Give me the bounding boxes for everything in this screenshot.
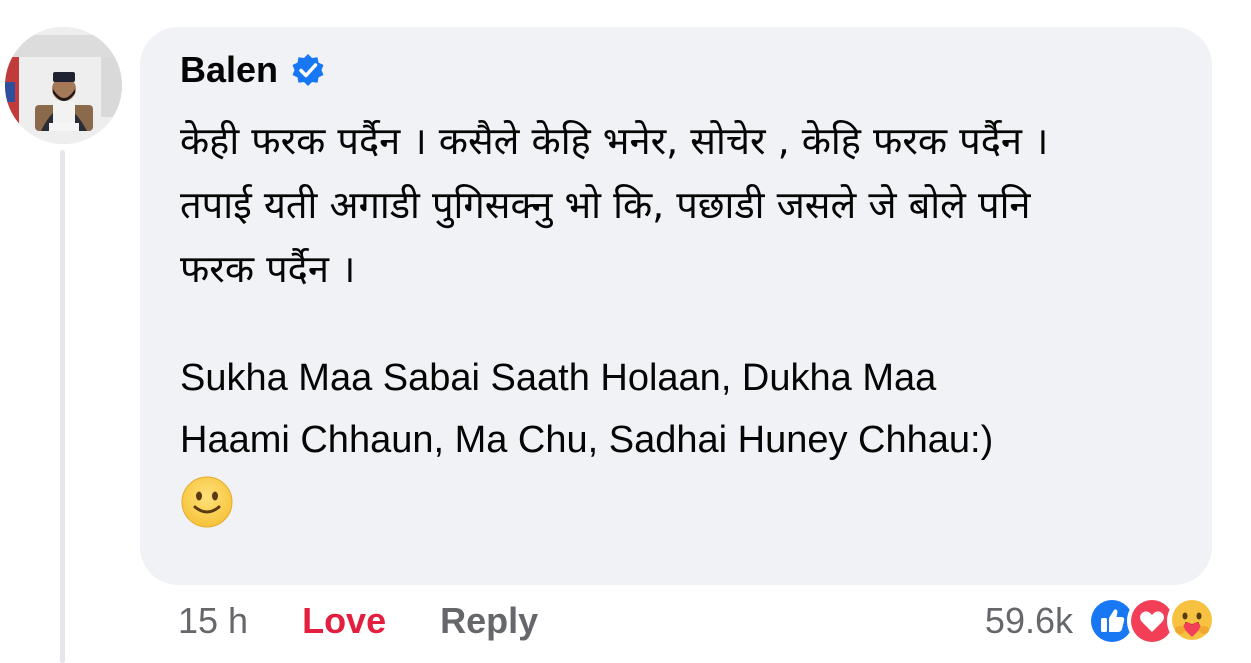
comment-actions: 15 h Love Reply [178, 600, 538, 642]
comment-line: Haami Chhaun, Ma Chu, Sadhai Huney Chhau… [180, 419, 994, 461]
avatar-photo [5, 27, 122, 144]
reaction-icons [1087, 596, 1217, 646]
author-row: Balen [180, 49, 326, 91]
verified-badge-icon [290, 52, 326, 88]
thread-connector-line [60, 150, 65, 663]
comment-bubble: Balen केही फरक पर्दैन । कसैले केहि भनेर,… [140, 27, 1212, 585]
comment-line: तपाई यती अगाडी पुगिसक्नु भो कि, पछाडी जस… [180, 183, 1031, 227]
comment-line: Sukha Maa Sabai Saath Holaan, Dukha Maa [180, 357, 937, 399]
comment-thread: Balen केही फरक पर्दैन । कसैले केहि भनेर,… [0, 0, 1251, 663]
comment-text: केही फरक पर्दैन । कसैले केहि भनेर, सोचेर… [180, 109, 1190, 529]
care-reaction-icon [1167, 596, 1217, 646]
slightly-smiling-face-icon [180, 475, 234, 529]
love-button[interactable]: Love [302, 600, 386, 642]
reply-button[interactable]: Reply [440, 600, 538, 642]
comment-timestamp[interactable]: 15 h [178, 600, 248, 642]
author-name[interactable]: Balen [180, 49, 278, 91]
comment-line: फरक पर्दैन । [180, 247, 356, 291]
reaction-summary[interactable]: 59.6k [985, 596, 1217, 646]
reaction-count[interactable]: 59.6k [985, 600, 1073, 642]
comment-line: केही फरक पर्दैन । कसैले केहि भनेर, सोचेर… [180, 119, 1049, 163]
avatar[interactable] [5, 27, 122, 144]
